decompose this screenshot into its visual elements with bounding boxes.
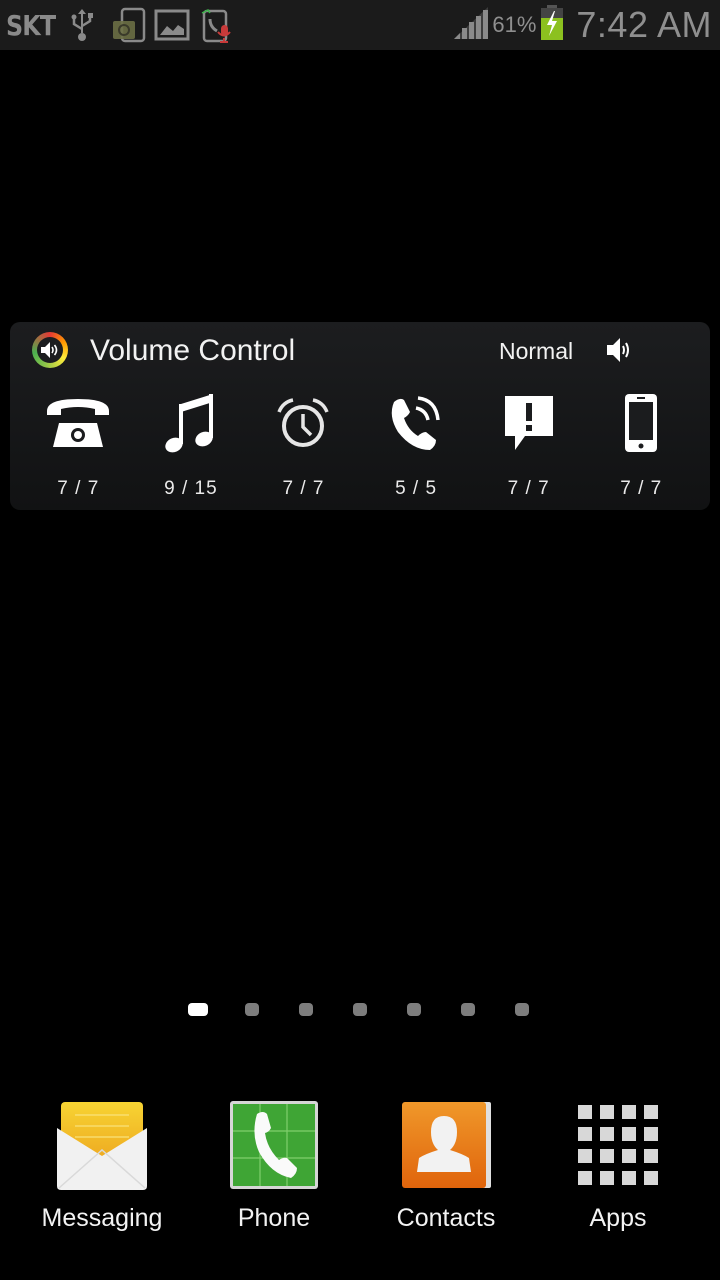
screenshot-camera-icon <box>110 7 146 43</box>
speaker-icon[interactable] <box>605 336 635 369</box>
apps-grid-square <box>644 1105 658 1119</box>
apps-grid-square <box>578 1149 592 1163</box>
apps-grid-square <box>600 1105 614 1119</box>
carrier-label: SKT <box>6 8 56 42</box>
usb-icon <box>66 7 98 43</box>
alarm-volume-value: 7 / 7 <box>282 478 325 499</box>
sound-mode-label[interactable]: Normal <box>499 338 573 365</box>
in-call-volume[interactable]: 5 / 5 <box>360 390 473 502</box>
clock: 7:42 AM <box>576 4 712 45</box>
apps-grid-square <box>600 1127 614 1141</box>
apps-grid-square <box>644 1149 658 1163</box>
music-volume-value: 9 / 15 <box>164 478 218 499</box>
dock-label-messaging: Messaging <box>41 1204 163 1232</box>
dock-label-apps: Apps <box>589 1204 647 1232</box>
apps-grid-square <box>600 1149 614 1163</box>
apps-grid-icon <box>573 1100 663 1190</box>
call-recorder-icon <box>198 7 231 43</box>
battery-percent: 61% <box>492 12 537 37</box>
system-volume-value: 7 / 7 <box>620 478 663 499</box>
status-bar[interactable]: SKT 61% 7:42 AM <box>0 0 720 50</box>
notification-volume[interactable]: 7 / 7 <box>472 390 585 502</box>
widget-title: Volume Control <box>90 334 296 367</box>
system-phone-icon <box>606 390 676 456</box>
signal-bars-icon <box>454 6 489 44</box>
ringtone-volume-value: 7 / 7 <box>57 478 100 499</box>
contacts-icon <box>401 1100 491 1190</box>
ringtone-volume[interactable]: 7 / 7 <box>22 390 135 502</box>
page-dot-2[interactable] <box>245 1003 259 1016</box>
apps-grid-square <box>600 1171 614 1185</box>
page-dot-3[interactable] <box>299 1003 313 1016</box>
apps-grid-square <box>578 1105 592 1119</box>
page-dot-4[interactable] <box>353 1003 367 1016</box>
apps-grid-square <box>622 1171 636 1185</box>
page-dot-7[interactable] <box>515 1003 529 1016</box>
music-volume[interactable]: 9 / 15 <box>135 390 248 502</box>
volume-control-logo-icon <box>32 332 68 368</box>
alarm-clock-icon <box>268 390 338 456</box>
ringtone-phone-icon <box>43 390 113 456</box>
notification-icon <box>494 390 564 456</box>
volume-control-widget[interactable]: Volume Control Normal 7 / 7 9 / 15 7 / 7 <box>10 322 710 510</box>
dock-item-contacts[interactable]: Contacts <box>360 1096 532 1246</box>
notification-volume-value: 7 / 7 <box>507 478 550 499</box>
dock-item-phone[interactable]: Phone <box>188 1096 360 1246</box>
gallery-icon <box>154 7 190 43</box>
in-call-phone-icon <box>381 390 451 456</box>
alarm-volume[interactable]: 7 / 7 <box>247 390 360 502</box>
dock-label-contacts: Contacts <box>396 1204 496 1232</box>
battery-charging-icon <box>540 4 564 46</box>
phone-icon <box>229 1100 319 1190</box>
page-dot-6[interactable] <box>461 1003 475 1016</box>
apps-grid-square <box>644 1127 658 1141</box>
apps-grid-square <box>578 1171 592 1185</box>
system-volume[interactable]: 7 / 7 <box>585 390 698 502</box>
apps-grid-square <box>622 1127 636 1141</box>
dock-label-phone: Phone <box>237 1204 311 1232</box>
page-indicator[interactable] <box>0 1000 720 1020</box>
apps-grid-square <box>578 1127 592 1141</box>
messaging-icon <box>57 1100 147 1190</box>
in-call-volume-value: 5 / 5 <box>395 478 438 499</box>
page-dot-1[interactable] <box>188 1003 208 1016</box>
dock-item-apps[interactable]: Apps <box>532 1096 704 1246</box>
apps-grid-square <box>622 1149 636 1163</box>
dock-item-messaging[interactable]: Messaging <box>16 1096 188 1246</box>
page-dot-5[interactable] <box>407 1003 421 1016</box>
apps-grid-square <box>622 1105 636 1119</box>
apps-grid-square <box>644 1171 658 1185</box>
music-note-icon <box>156 390 226 456</box>
app-dock: Messaging Phone Contacts Apps <box>0 1096 720 1246</box>
